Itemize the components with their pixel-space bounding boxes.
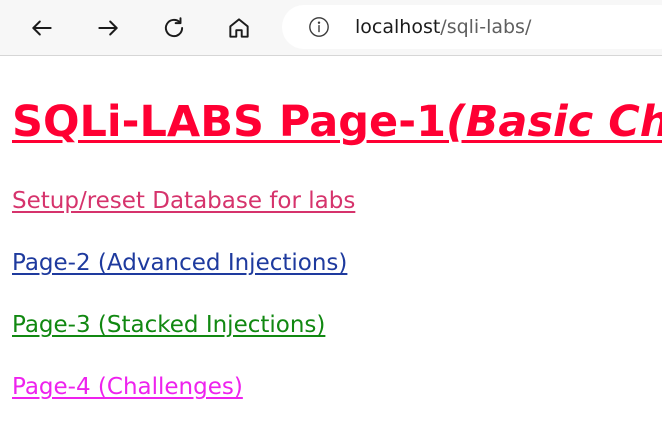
url-host: localhost [355,16,441,38]
page-2-link[interactable]: Page-2 (Advanced Injections) [12,248,347,278]
arrow-left-icon [32,20,52,36]
page-title-suffix: (Basic Ch [446,97,662,147]
arrow-right-icon [98,20,118,36]
home-icon [229,18,249,38]
reload-button[interactable] [155,9,193,47]
page-3-link[interactable]: Page-3 (Stacked Injections) [12,310,325,340]
setup-reset-database-link[interactable]: Setup/reset Database for labs [12,186,355,216]
back-button[interactable] [23,9,61,47]
browser-toolbar: localhost/sqli-labs/ [0,0,662,56]
info-circle-icon[interactable] [308,16,330,38]
page-4-link[interactable]: Page-4 (Challenges) [12,372,243,402]
address-bar[interactable]: localhost/sqli-labs/ [282,5,662,49]
url-text[interactable]: localhost/sqli-labs/ [355,16,531,38]
reload-icon [164,17,184,38]
home-button[interactable] [220,9,258,47]
page-title: SQLi-LABS Page-1(Basic Ch [12,94,662,150]
page-title-main: SQLi-LABS Page-1 [12,97,446,147]
forward-button[interactable] [89,9,127,47]
url-path: /sqli-labs/ [440,16,532,38]
